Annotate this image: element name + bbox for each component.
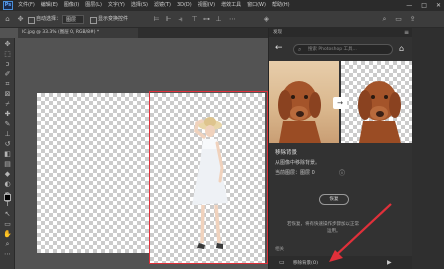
menu-3d[interactable]: 3D(D) [177, 0, 192, 11]
right-dock-strip [412, 28, 444, 269]
info-icon[interactable]: ⓘ [339, 168, 345, 177]
transform-controls-checkbox[interactable] [90, 17, 97, 24]
edit-toolbar-icon[interactable]: ⋯ [2, 250, 13, 258]
share-icon[interactable]: ⇪ [408, 15, 417, 24]
brush-tool-icon[interactable]: ✎ [2, 120, 13, 128]
workspace-icon[interactable]: ▭ [394, 15, 403, 24]
preview-images: → [269, 61, 413, 143]
align-middle-icon[interactable]: ⊶ [202, 15, 211, 24]
home-icon[interactable]: ⌂ [399, 43, 404, 54]
menu-plugins[interactable]: 增效工具 [221, 0, 241, 11]
gradient-tool-icon[interactable]: ▤ [2, 160, 13, 168]
align-top-icon[interactable]: ⊤ [190, 15, 199, 24]
menu-list: 文件(F) 编辑(E) 图像(I) 图层(L) 文字(Y) 选择(S) 滤镜(T… [18, 0, 290, 11]
action-icon: ▭ [279, 259, 285, 266]
related-link-label: 移除背景(O) [293, 261, 319, 266]
align-bottom-icon[interactable]: ⊥ [214, 15, 223, 24]
tools-panel: ✥ ⬚ ↄ ✐ ⌗ ⊠ ⌿ ✚ ✎ ⊥ ↺ ◧ ▤ ◆ ◐ ✒ T ↖ ▭ ✋ … [0, 38, 15, 269]
current-layer-text: 当前图层：图层 0 [275, 170, 315, 176]
window-controls: — □ ✕ [406, 0, 441, 11]
close-button[interactable]: ✕ [436, 0, 441, 11]
menu-filter[interactable]: 滤镜(T) [154, 0, 171, 11]
move-tool-icon[interactable]: ✥ [16, 15, 25, 24]
transform-controls-label: 显示变换控件 [98, 16, 129, 22]
related-section-label: 相关 [275, 247, 284, 252]
annotation-arrow [329, 203, 392, 262]
search-icon: ⌕ [298, 46, 302, 53]
menu-type[interactable]: 文字(Y) [108, 0, 125, 11]
feature-heading: 移除背景 [275, 150, 298, 156]
panel-header-label: 发现 [273, 30, 282, 35]
eyedropper-tool-icon[interactable]: ⌿ [2, 100, 13, 108]
dog-original-image [269, 61, 339, 143]
align-right-icon[interactable]: ⫣ [176, 15, 185, 24]
panel-header: 发现 ≡ [269, 28, 413, 37]
menu-layer[interactable]: 图层(L) [85, 0, 102, 11]
feature-description: 从图像中移除背景。 [275, 160, 321, 166]
path-select-tool-icon[interactable]: ↖ [2, 210, 13, 218]
discover-panel: 发现 ≡ ← ⌕ 搜索 Photoshop 工具... ⌂ → 移除背景 从图像… [268, 28, 413, 269]
search-icon[interactable]: ⌕ [380, 15, 389, 24]
compare-arrow-icon: → [333, 97, 347, 109]
menu-view[interactable]: 视图(V) [198, 0, 215, 11]
more-options-icon[interactable]: ⋯ [228, 15, 237, 24]
align-left-icon[interactable]: ⊨ [152, 15, 161, 24]
menu-select[interactable]: 选择(S) [131, 0, 148, 11]
search-field[interactable]: ⌕ 搜索 Photoshop 工具... [293, 44, 393, 55]
align-center-icon[interactable]: ⊩ [164, 15, 173, 24]
auto-select-dropdown[interactable]: 图层 [62, 15, 84, 24]
menu-edit[interactable]: 编辑(E) [41, 0, 58, 11]
hand-tool-icon[interactable]: ✋ [2, 230, 13, 238]
options-bar: ⌂ ✥ 自动选择： 图层 显示变换控件 ⊨ ⊩ ⫣ ⊤ ⊶ ⊥ ⋯ ◈ ⌕ ▭ … [0, 11, 444, 28]
maximize-button[interactable]: □ [421, 0, 427, 11]
auto-select-checkbox[interactable] [28, 17, 35, 24]
panel-menu-icon[interactable]: ≡ [404, 28, 409, 37]
document-tab[interactable]: IC.jpg @ 33.3% (图层 0, RGB/8#) * [18, 28, 138, 38]
marquee-tool-icon[interactable]: ⬚ [2, 50, 13, 58]
blur-tool-icon[interactable]: ◆ [2, 170, 13, 178]
quick-select-tool-icon[interactable]: ✐ [2, 70, 13, 78]
move-tool-icon[interactable]: ✥ [2, 40, 13, 48]
auto-select-label: 自动选择： [36, 16, 62, 22]
home-icon[interactable]: ⌂ [3, 15, 12, 24]
highlight-box [149, 91, 268, 264]
minimize-button[interactable]: — [406, 0, 412, 11]
dog-removed-background-image [341, 61, 413, 143]
clone-stamp-tool-icon[interactable]: ⊥ [2, 130, 13, 138]
healing-brush-tool-icon[interactable]: ✚ [2, 110, 13, 118]
zoom-tool-icon[interactable]: ⌕ [2, 240, 13, 248]
3d-mode-icon[interactable]: ◈ [262, 15, 271, 24]
photoshop-logo: Ps [3, 1, 13, 10]
eraser-tool-icon[interactable]: ◧ [2, 150, 13, 158]
dodge-tool-icon[interactable]: ◐ [2, 180, 13, 188]
menu-bar: Ps 文件(F) 编辑(E) 图像(I) 图层(L) 文字(Y) 选择(S) 滤… [0, 0, 444, 11]
crop-tool-icon[interactable]: ⌗ [2, 80, 13, 88]
foreground-color-swatch[interactable] [4, 194, 11, 201]
type-tool-icon[interactable]: T [2, 200, 13, 208]
back-arrow-icon[interactable]: ← [275, 43, 283, 54]
menu-help[interactable]: 帮助(H) [272, 0, 290, 11]
panel-nav-row: ← ⌕ 搜索 Photoshop 工具... ⌂ [269, 39, 413, 59]
search-placeholder: 搜索 Photoshop 工具... [308, 47, 357, 52]
menu-window[interactable]: 窗口(W) [247, 0, 266, 11]
rectangle-tool-icon[interactable]: ▭ [2, 220, 13, 228]
history-brush-tool-icon[interactable]: ↺ [2, 140, 13, 148]
frame-tool-icon[interactable]: ⊠ [2, 90, 13, 98]
menu-image[interactable]: 图像(I) [64, 0, 79, 11]
menu-file[interactable]: 文件(F) [18, 0, 35, 11]
document-tab-bar: IC.jpg @ 33.3% (图层 0, RGB/8#) * [18, 28, 268, 38]
document-tab-title: IC.jpg @ 33.3% (图层 0, RGB/8#) * [22, 30, 100, 35]
lasso-tool-icon[interactable]: ↄ [2, 60, 13, 68]
canvas-transparent-area-left[interactable] [37, 93, 149, 253]
